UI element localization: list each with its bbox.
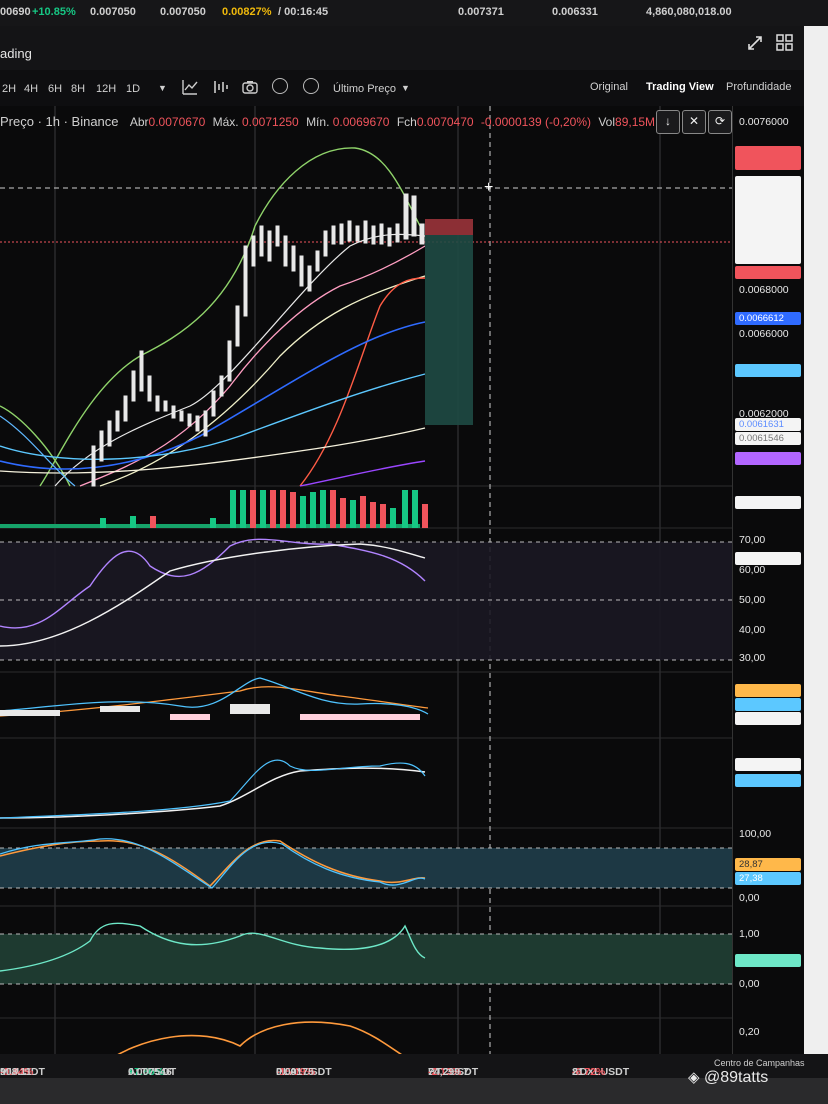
ticker-value-3: 0.00827% <box>222 6 272 18</box>
osc-tag <box>735 954 801 967</box>
tab-depth[interactable]: Profundidade <box>726 81 791 93</box>
drawing-tools-icon[interactable] <box>212 79 228 98</box>
timeframe-dropdown-icon[interactable]: ▼ <box>158 83 167 93</box>
macd-tag-orange <box>735 684 801 697</box>
symbol-label: Preço · 1h · Binance <box>0 114 119 129</box>
ticker-strip: 00690 +10.85% 0.007050 0.007050 0.00827%… <box>0 0 828 26</box>
price-tag-light: 0.0061631 <box>735 418 801 431</box>
binance-logo-icon: ◈ <box>688 1069 700 1086</box>
close-value: 0.0070470 <box>416 115 474 129</box>
ticker-price: 908.11 <box>0 1066 32 1078</box>
rsi-tick: 70,00 <box>739 534 766 546</box>
stoch-tick: 100,00 <box>739 828 772 840</box>
osc-tick: 0,00 <box>739 978 760 990</box>
candles <box>91 193 425 487</box>
axis-tick: 0.0076000 <box>739 116 789 128</box>
ticker-price: 74,299.7 <box>428 1066 469 1078</box>
osc-tick: 0,20 <box>739 1026 760 1038</box>
chart-canvas[interactable]: + <box>0 106 732 1066</box>
stoch-tick: 0,00 <box>739 892 760 904</box>
price-tag-red <box>735 146 801 170</box>
price-tag-purple <box>735 452 801 465</box>
macd-tag-blue <box>735 698 801 711</box>
price-tag-red-2 <box>735 266 801 279</box>
watermark-text: @89tatts <box>704 1069 769 1086</box>
obv-tag-blue <box>735 774 801 787</box>
ticker-change-prefix: 00690 <box>0 6 31 18</box>
change-value: -0.0000139 (-0,20%) <box>480 115 591 129</box>
rsi-tick: 60,00 <box>739 564 766 576</box>
layout-grid-icon[interactable] <box>776 34 794 52</box>
watermark: ◈ @89tatts <box>688 1068 768 1087</box>
rsi-tick: 30,00 <box>739 652 766 664</box>
volume-tag <box>735 496 801 509</box>
price-tag-blue: 0.0066612 <box>735 312 801 325</box>
macd-tag-white <box>735 712 801 725</box>
price-type-select[interactable]: Último Preço <box>333 83 396 95</box>
vol-value: 89,15M <box>615 115 656 129</box>
chevron-down-icon[interactable]: ▼ <box>401 83 410 93</box>
timeframe-2h[interactable]: 2H <box>2 83 16 95</box>
ticker-price: 0.09175 <box>276 1066 314 1078</box>
add-icon[interactable] <box>272 78 288 94</box>
ticker-value-4: 0.007371 <box>458 6 504 18</box>
timeframe-8h[interactable]: 8H <box>71 83 85 95</box>
refresh-icon[interactable]: ⟳ <box>708 110 732 134</box>
high-value: 0.0071250 <box>241 115 299 129</box>
title-bar <box>0 26 828 71</box>
stoch-tag-k: 28,87 <box>735 858 801 871</box>
axis-tick: 0.0066000 <box>739 328 789 340</box>
ticker-price: 0.007546 <box>128 1066 172 1078</box>
tab-original[interactable]: Original <box>590 81 628 93</box>
settings-icon[interactable] <box>303 78 319 94</box>
high-label: Máx. <box>212 115 239 129</box>
adjacent-panel <box>804 26 828 1066</box>
expand-icon[interactable] <box>748 36 762 50</box>
indicator-icon[interactable] <box>182 79 198 98</box>
close-label: Fch <box>396 115 417 129</box>
vol-label: Vol <box>598 115 616 129</box>
campaign-center-link[interactable]: Centro de Campanhas <box>714 1058 805 1068</box>
low-label: Mín. <box>306 115 330 129</box>
timeframe-4h[interactable]: 4H <box>24 83 38 95</box>
ticker-volume: 4,860,080,018.00 <box>646 6 732 18</box>
price-tag-cyan <box>735 364 801 377</box>
rsi-tick: 40,00 <box>739 624 766 636</box>
tab-trading-view[interactable]: Trading View <box>646 81 714 93</box>
ticker-price: 21 <box>572 1066 584 1078</box>
svg-text:+: + <box>484 179 493 196</box>
low-value: 0.0069670 <box>332 115 390 129</box>
stoch-tag-d: 27,38 <box>735 872 801 885</box>
ticker-change-pct: +10.85% <box>32 6 76 18</box>
volume-bars <box>0 490 428 528</box>
collapse-icon[interactable]: ✕ <box>682 110 706 134</box>
osc-tick: 1,00 <box>739 928 760 940</box>
axis-tick: 0.0068000 <box>739 284 789 296</box>
chart-toolbar: 2H 4H 6H 8H 12H 1D ▼ Último Preço ▼ Orig… <box>0 70 828 107</box>
ticker-timer: / 00:16:45 <box>278 6 329 18</box>
price-tag-light-2: 0.0061546 <box>735 432 801 445</box>
timeframe-12h[interactable]: 12H <box>96 83 116 95</box>
timeframe-6h[interactable]: 6H <box>48 83 62 95</box>
price-tag-white <box>735 176 801 264</box>
obv-tag-white <box>735 758 801 771</box>
rsi-tick: 50,00 <box>739 594 766 606</box>
open-label: Abr <box>129 115 149 129</box>
open-value: 0.0070670 <box>148 115 206 129</box>
camera-icon[interactable] <box>242 79 258 98</box>
timeframe-1d[interactable]: 1D <box>126 83 140 95</box>
panel-title: ading <box>0 46 32 61</box>
ticker-value-1: 0.007050 <box>90 6 136 18</box>
price-axis: 0.0076000 0.0068000 0.0066612 0.0066000 … <box>732 106 805 1066</box>
download-icon[interactable]: ↓ <box>656 110 680 134</box>
ohlc-legend: Preço · 1h · Binance Abr0.0070670 Máx. 0… <box>0 114 655 129</box>
ticker-value-5: 0.006331 <box>552 6 598 18</box>
ticker-value-2: 0.007050 <box>160 6 206 18</box>
